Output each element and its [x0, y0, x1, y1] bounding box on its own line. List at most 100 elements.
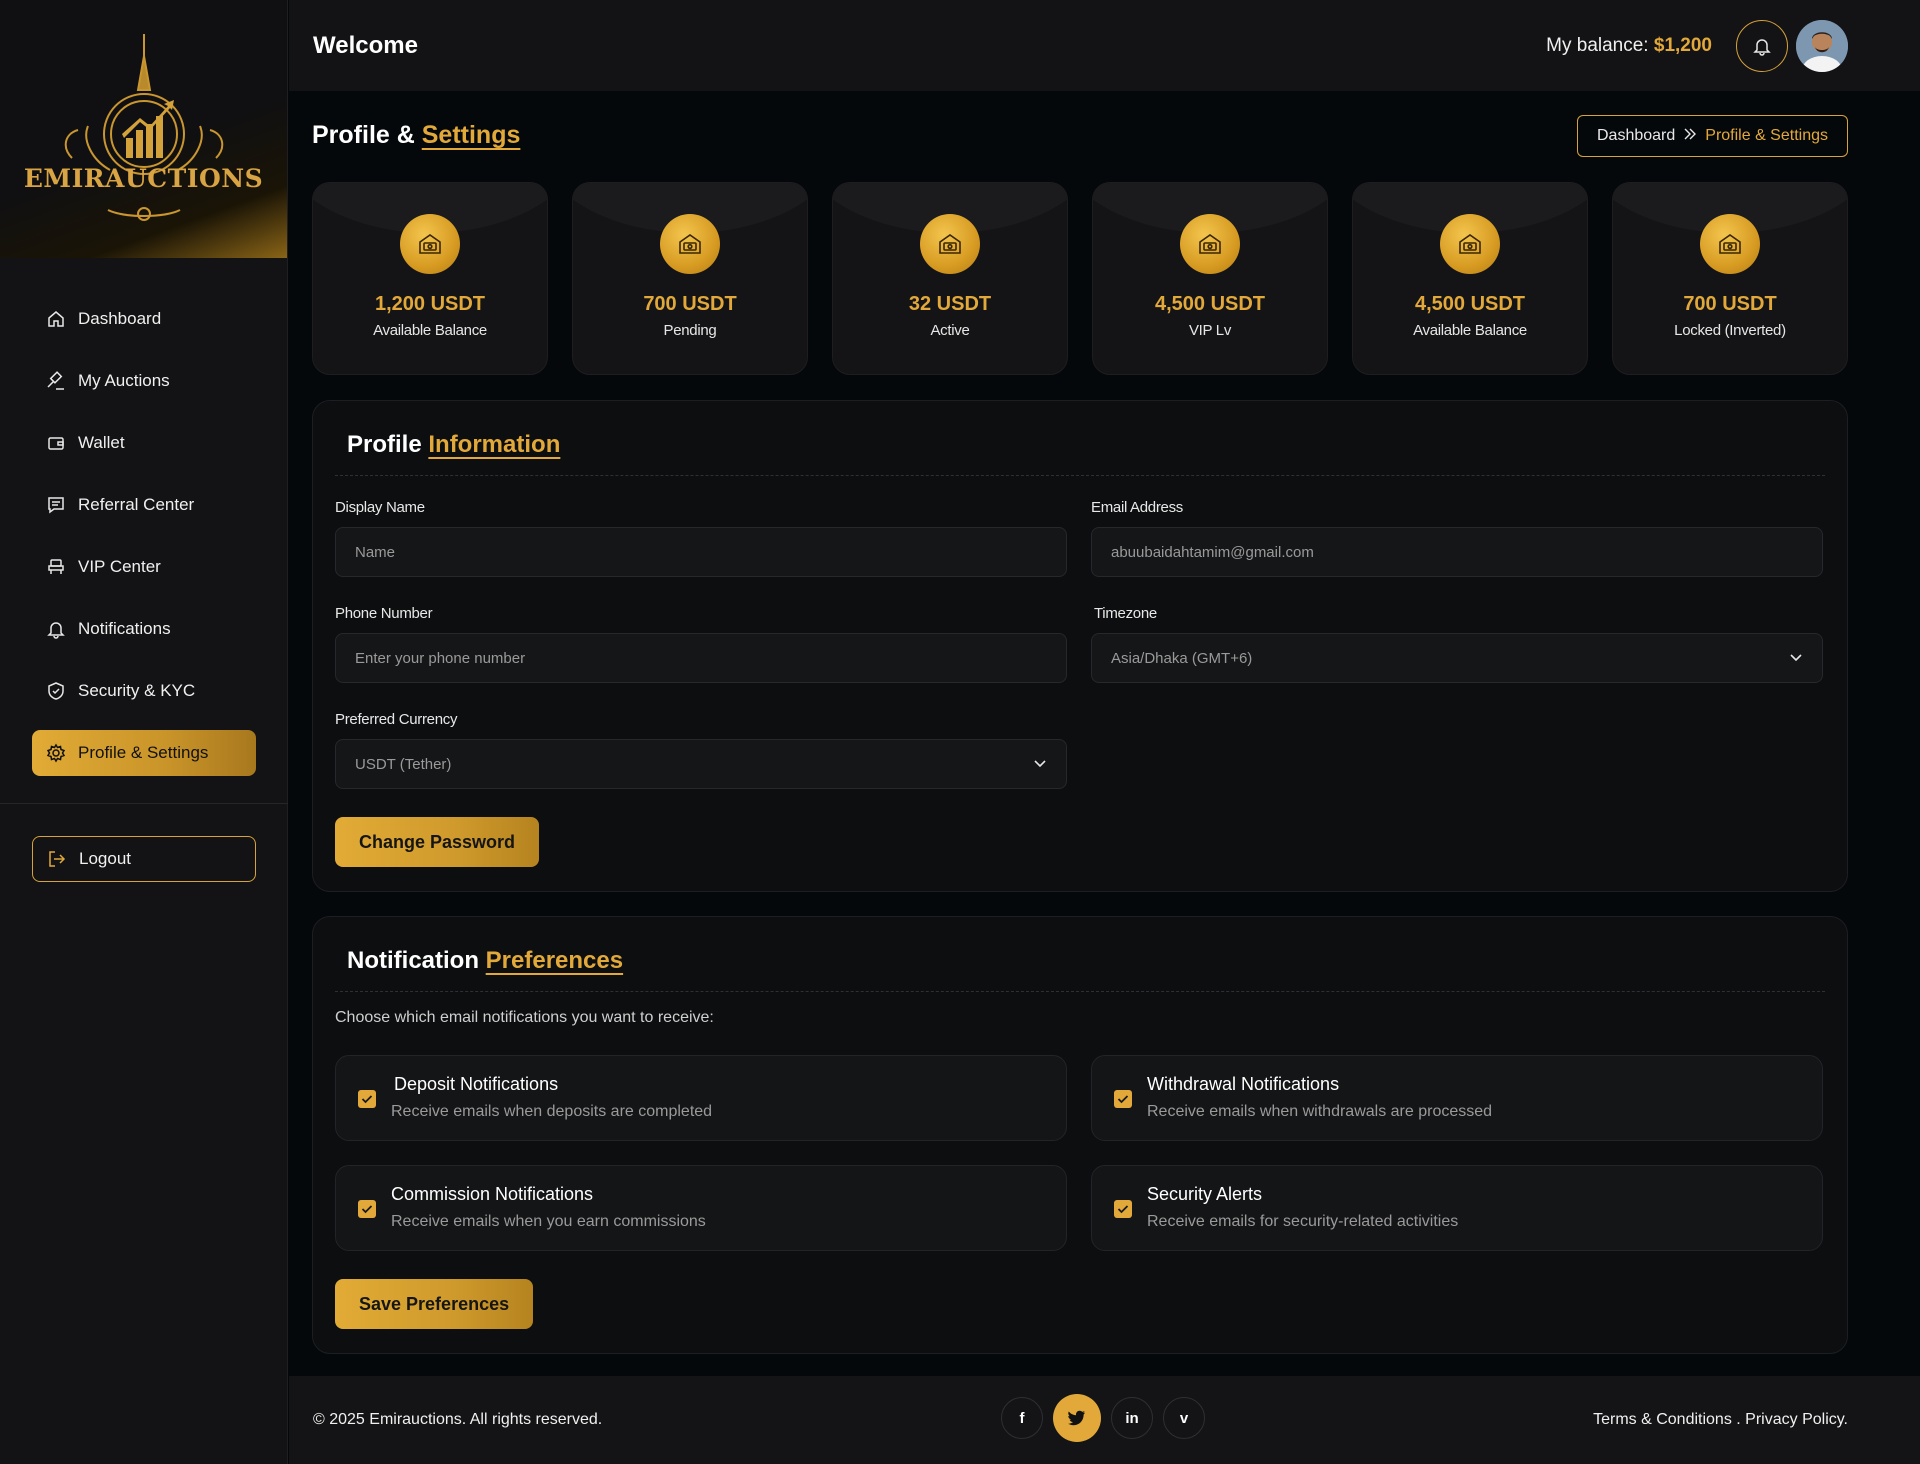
sidebar-item-notifications[interactable]: Notifications — [32, 606, 256, 652]
pref-withdrawal[interactable]: Withdrawal Notifications Receive emails … — [1091, 1055, 1823, 1141]
sidebar-nav: Dashboard My Auctions Wallet Referral Ce… — [32, 296, 256, 792]
twitter-icon[interactable] — [1053, 1394, 1101, 1442]
display-name-label: Display Name — [335, 499, 425, 516]
pref-commission[interactable]: Commission Notifications Receive emails … — [335, 1165, 1067, 1251]
money-bag-icon — [1180, 214, 1240, 274]
stat-value: 700 USDT — [1683, 293, 1777, 315]
timezone-value: Asia/Dhaka (GMT+6) — [1111, 649, 1253, 667]
card-title: Profile Information — [347, 431, 560, 459]
page-title-accent: Settings — [421, 121, 521, 149]
save-preferences-button[interactable]: Save Preferences — [335, 1279, 534, 1329]
pref-security[interactable]: Security Alerts Receive emails for secur… — [1091, 1165, 1823, 1251]
balance-label: My balance: — [1546, 34, 1649, 56]
header-title: Welcome — [313, 31, 418, 59]
sidebar-item-my-auctions[interactable]: My Auctions — [32, 358, 256, 404]
logout-button[interactable]: Logout — [32, 836, 256, 882]
stat-value: 4,500 USDT — [1414, 293, 1526, 315]
sidebar-item-referral-center[interactable]: Referral Center — [32, 482, 256, 528]
brand-name: EMIRAUCTIONS — [23, 164, 264, 193]
stat-label: Locked (Inverted) — [1674, 322, 1786, 339]
breadcrumb-home[interactable]: Dashboard — [1597, 127, 1675, 145]
logout-icon — [49, 851, 66, 867]
avatar-icon — [1796, 19, 1848, 72]
display-name-input[interactable]: Name — [335, 527, 1067, 577]
card-title-accent: Information — [428, 431, 561, 458]
chevron-down-icon — [1033, 756, 1047, 773]
shield-icon — [48, 682, 64, 700]
sidebar-item-label: My Auctions — [78, 371, 170, 390]
gear-icon — [46, 743, 66, 763]
sidebar-item-wallet[interactable]: Wallet — [32, 420, 256, 466]
checkbox-checked-icon[interactable] — [1114, 1090, 1132, 1108]
stats-row: 1,200 USDT Available Balance 700 USDT Pe… — [312, 182, 1848, 375]
sidebar-item-profile-settings[interactable]: Profile & Settings — [32, 730, 256, 776]
stat-card: 4,500 USDT VIP Lv — [1092, 182, 1328, 375]
phone-placeholder: Enter your phone number — [355, 649, 526, 667]
stat-value: 32 USDT — [908, 293, 992, 315]
sidebar-item-vip-center[interactable]: VIP Center — [32, 544, 256, 590]
phone-label: Phone Number — [335, 605, 433, 622]
sidebar-item-security-kyc[interactable]: Security & KYC — [32, 668, 256, 714]
card-title-main: Notification — [347, 947, 479, 974]
card-title: Notification Preferences — [347, 947, 623, 975]
header-right: My balance: $1,200 — [1546, 19, 1896, 72]
pref-desc: Receive emails when withdrawals are proc… — [1147, 1103, 1493, 1120]
sidebar-item-label: Dashboard — [78, 309, 162, 328]
vimeo-icon[interactable]: v — [1163, 1397, 1205, 1439]
pref-desc: Receive emails when deposits are complet… — [391, 1103, 713, 1120]
logout-label: Logout — [79, 849, 131, 868]
profile-information-card: Profile Information Display Name Name Em… — [312, 400, 1848, 892]
card-title-main: Profile — [347, 431, 422, 458]
balance-display: My balance: $1,200 — [1546, 35, 1712, 57]
stat-card: 32 USDT Active — [832, 182, 1068, 375]
phone-input[interactable]: Enter your phone number — [335, 633, 1067, 683]
preferences-subtitle: Choose which email notifications you wan… — [335, 1009, 714, 1026]
user-avatar[interactable] — [1796, 19, 1848, 72]
facebook-icon[interactable]: f — [1001, 1397, 1043, 1439]
social-links: f in v — [1001, 1394, 1205, 1442]
chevron-down-icon — [1789, 650, 1803, 667]
currency-select[interactable]: USDT (Tether) — [335, 739, 1067, 789]
sidebar-item-label: Wallet — [78, 433, 125, 452]
email-field[interactable]: abuubaidahtamim@gmail.com — [1091, 527, 1823, 577]
money-bag-icon — [660, 214, 720, 274]
page-title: Profile & Settings — [312, 121, 520, 150]
checkbox-checked-icon[interactable] — [358, 1200, 376, 1218]
sidebar: EMIRAUCTIONS Dashboard My Auctions Walle… — [0, 0, 288, 1464]
brand-logo[interactable]: EMIRAUCTIONS — [0, 0, 287, 258]
stat-value: 4,500 USDT — [1154, 293, 1266, 315]
pref-deposit[interactable]: Deposit Notifications Receive emails whe… — [335, 1055, 1067, 1141]
copyright: © 2025 Emirauctions. All rights reserved… — [313, 1411, 603, 1428]
home-icon — [48, 311, 64, 327]
stat-value: 1,200 USDT — [374, 293, 486, 315]
checkbox-checked-icon[interactable] — [358, 1090, 376, 1108]
wallet-icon — [48, 437, 64, 450]
double-chevron-right-icon — [1683, 127, 1697, 145]
timezone-select[interactable]: Asia/Dhaka (GMT+6) — [1091, 633, 1823, 683]
display-name-placeholder: Name — [355, 543, 396, 561]
sidebar-item-dashboard[interactable]: Dashboard — [32, 296, 256, 342]
stat-label: Available Balance — [1413, 322, 1527, 339]
stat-label: Available Balance — [373, 322, 487, 339]
legal-links[interactable]: Terms & Conditions . Privacy Policy. — [1593, 1411, 1848, 1429]
sidebar-item-label: Referral Center — [78, 495, 195, 514]
dashed-divider — [335, 991, 1825, 992]
balance-value: $1,200 — [1653, 34, 1712, 56]
change-password-button[interactable]: Change Password — [335, 817, 540, 867]
money-bag-icon — [1700, 214, 1760, 274]
bell-icon — [1753, 38, 1771, 56]
linkedin-icon[interactable]: in — [1111, 1397, 1153, 1439]
breadcrumb-current: Profile & Settings — [1705, 127, 1828, 144]
checkbox-checked-icon[interactable] — [1114, 1200, 1132, 1218]
stat-label: VIP Lv — [1188, 322, 1232, 339]
email-label: Email Address — [1091, 499, 1183, 516]
page-title-main: Profile & — [312, 121, 415, 149]
sidebar-item-label: Profile & Settings — [78, 743, 209, 762]
breadcrumb: Dashboard Profile & Settings — [1576, 115, 1848, 157]
stat-card: 700 USDT Pending — [572, 182, 808, 375]
top-header: Welcome My balance: $1,200 — [289, 0, 1920, 91]
stat-label: Active — [930, 322, 970, 339]
notifications-button[interactable] — [1736, 19, 1788, 72]
email-value: abuubaidahtamim@gmail.com — [1111, 543, 1314, 561]
page-header: Profile & Settings Dashboard Profile & S… — [312, 115, 1848, 157]
